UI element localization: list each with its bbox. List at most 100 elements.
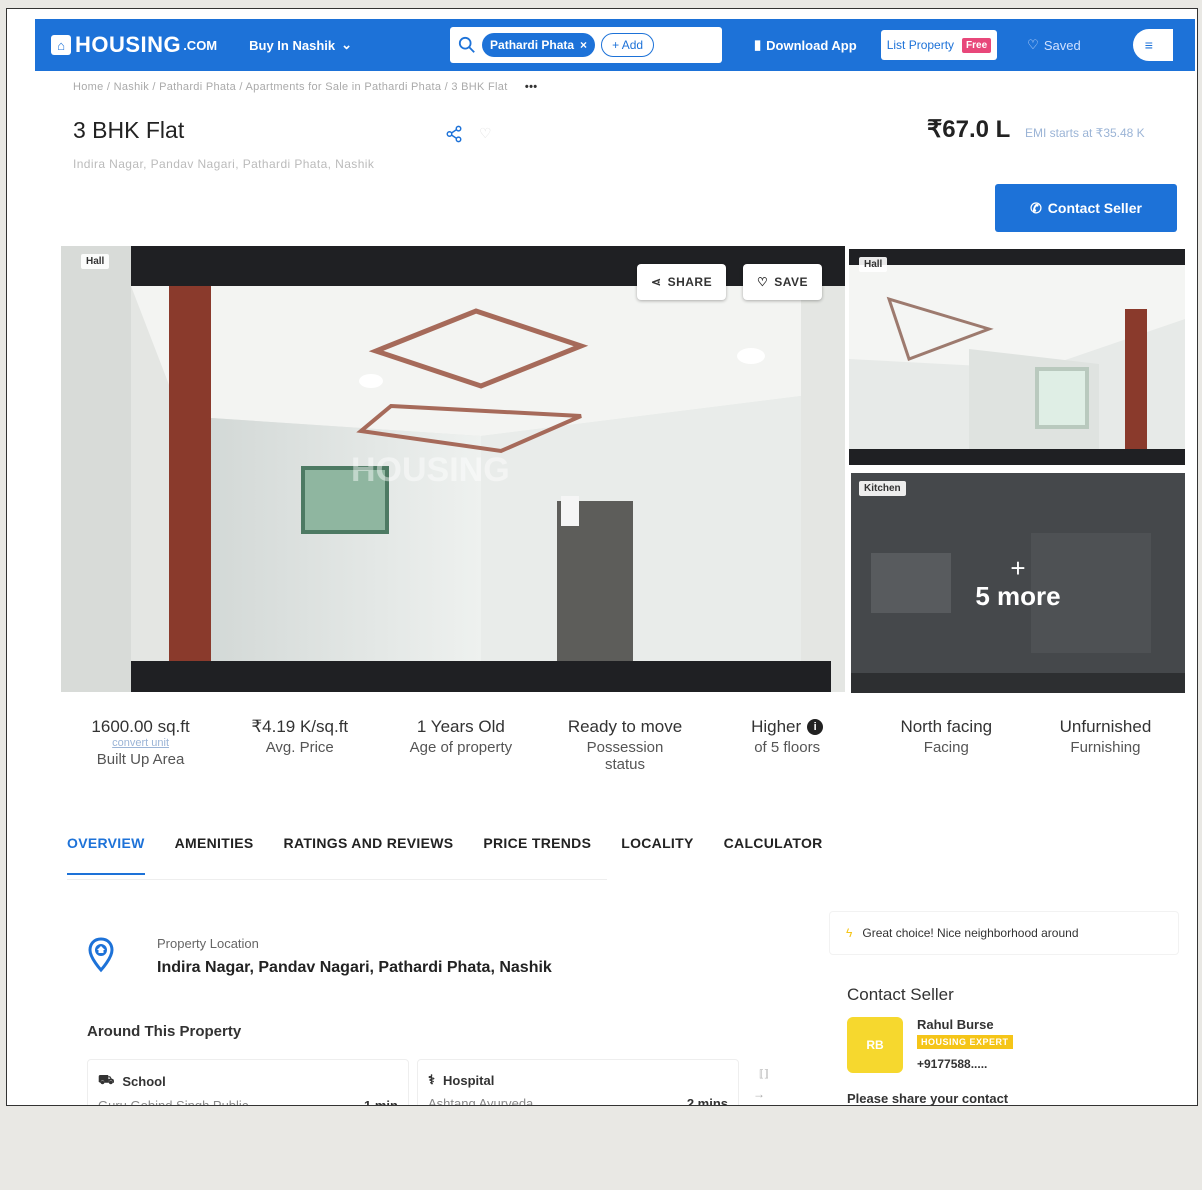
contact-seller-button[interactable]: ✆ Contact Seller	[995, 184, 1177, 232]
stat-label: Possession status	[586, 739, 664, 773]
download-app-link[interactable]: ▮ Download App	[754, 37, 857, 53]
seller-name: Rahul Burse	[917, 1017, 994, 1032]
stat-value: 1 Years Old	[416, 717, 505, 736]
heart-outline-icon[interactable]: ♡	[479, 125, 492, 142]
stat-furnishing: Unfurnished Furnishing	[1026, 717, 1185, 773]
stat-label: Furnishing	[1070, 739, 1141, 756]
share-contact-prompt: Please share your contact	[847, 1091, 1009, 1106]
stat-value: Unfurnished	[1059, 717, 1152, 736]
top-navbar: ⌂ HOUSING .COM Buy In Nashik ⌄ Pathardi …	[35, 19, 1195, 71]
more-photos-button[interactable]: + 5 more	[851, 473, 1185, 693]
school-icon: ⛟	[98, 1072, 115, 1087]
neighborhood-banner: ϟ Great choice! Nice neighborhood around	[829, 911, 1179, 955]
phone-icon: ▮	[754, 37, 762, 52]
stat-age: 1 Years Old Age of property	[379, 717, 542, 773]
photo-tag-hall: Hall	[81, 254, 110, 269]
contact-seller-title: Contact Seller	[847, 985, 954, 1004]
emi-link[interactable]: EMI starts at ₹35.48 K	[1025, 126, 1145, 140]
share-label: SHARE	[667, 275, 713, 289]
phone-icon: ✆	[1030, 199, 1042, 216]
location-value: Indira Nagar, Pandav Nagari, Pathardi Ph…	[157, 959, 552, 976]
save-photo-button[interactable]: ♡ SAVE	[743, 264, 823, 300]
logo-text: HOUSING	[75, 32, 182, 57]
stat-facing: North facing Facing	[867, 717, 1026, 773]
avatar: RB	[847, 1017, 903, 1073]
map-icon[interactable]: ⟦⟧	[759, 1069, 769, 1080]
property-price: ₹67.0 L	[927, 116, 1011, 143]
more-photos-label: 5 more	[975, 580, 1061, 611]
card-name: Ashtang Ayurveda	[428, 1096, 534, 1106]
menu-icon: ≡	[1144, 37, 1153, 53]
stat-value: 1600.00 sq.ft	[91, 717, 190, 736]
lightning-icon: ϟ	[846, 926, 853, 940]
tab-ratings-reviews[interactable]: RATINGS AND REVIEWS	[284, 835, 454, 875]
tab-amenities[interactable]: AMENITIES	[175, 835, 254, 875]
free-badge: Free	[962, 37, 992, 53]
tab-calculator[interactable]: CALCULATOR	[724, 835, 823, 875]
breadcrumb[interactable]: Home / Nashik / Pathardi Phata / Apartme…	[73, 81, 537, 93]
photo-tag-hall-side: Hall	[859, 257, 888, 272]
list-property-label: List Property	[886, 38, 955, 52]
side-photo-hall[interactable]: Hall	[849, 249, 1185, 465]
location-label: Property Location	[157, 936, 259, 951]
stat-value: Higher	[751, 717, 802, 736]
hall-thumbnail-image	[849, 249, 1185, 465]
location-pin-icon	[88, 937, 114, 973]
locality-chip-label: Pathardi Phata	[490, 38, 575, 52]
heart-icon: ♡	[1027, 37, 1039, 52]
contact-seller-label: Contact Seller	[1047, 200, 1142, 216]
side-photo-kitchen[interactable]: Kitchen + 5 more	[851, 473, 1185, 693]
main-photo[interactable]: HOUSING Hall ⋖ SHARE ♡ SAVE	[61, 246, 845, 692]
property-stats: 1600.00 sq.ft convert unit Built Up Area…	[61, 717, 1185, 773]
close-icon[interactable]: ×	[580, 38, 587, 52]
card-time: 2 mins	[686, 1096, 728, 1106]
list-property-button[interactable]: List Property Free	[880, 30, 998, 60]
chevron-down-icon: ⌄	[341, 37, 353, 52]
nearby-hospital-card[interactable]: ⚕ Hospital Ashtang Ayurveda 2 mins	[417, 1059, 739, 1106]
housing-expert-badge: HOUSING EXPERT	[917, 1035, 1013, 1049]
card-detail-row: Guru Gobind Singh Public 1 min	[98, 1098, 398, 1106]
stat-value: Ready to move	[567, 717, 683, 736]
search-bar[interactable]: Pathardi Phata × + Add	[450, 27, 723, 63]
card-type: Hospital	[443, 1072, 495, 1088]
convert-unit-link[interactable]: convert unit	[61, 737, 220, 749]
stat-label: Built Up Area	[96, 751, 185, 768]
card-title-row: ⛟ School	[98, 1072, 398, 1090]
buy-in-city-dropdown[interactable]: Buy In Nashik ⌄	[249, 37, 352, 53]
logo-suffix: .COM	[183, 37, 218, 53]
share-icon[interactable]	[445, 125, 463, 143]
seller-phone: +9177588.....	[917, 1057, 988, 1071]
hospital-icon: ⚕	[428, 1072, 436, 1087]
breadcrumb-path[interactable]: Home / Nashik / Pathardi Phata / Apartme…	[73, 81, 508, 93]
card-name: Guru Gobind Singh Public	[98, 1098, 249, 1106]
download-app-label: Download App	[766, 37, 857, 53]
plus-icon: +	[1010, 552, 1026, 583]
page-title: 3 BHK Flat	[73, 117, 185, 143]
tab-price-trends[interactable]: PRICE TRENDS	[483, 835, 591, 875]
hamburger-menu-button[interactable]: ≡	[1132, 29, 1173, 61]
stat-value: ₹4.19 K/sq.ft	[251, 717, 349, 736]
stat-label: Facing	[923, 739, 969, 756]
card-title-row: ⚕ Hospital	[428, 1072, 728, 1088]
stat-label: of 5 floors	[754, 739, 821, 756]
info-icon[interactable]: i	[807, 719, 824, 735]
stat-floor: Higher i of 5 floors	[708, 717, 867, 773]
banner-text: Great choice! Nice neighborhood around	[862, 926, 1079, 940]
breadcrumb-more[interactable]: •••	[525, 81, 537, 93]
card-type: School	[122, 1073, 166, 1089]
locality-chip[interactable]: Pathardi Phata ×	[482, 33, 596, 57]
nearby-school-card[interactable]: ⛟ School Guru Gobind Singh Public 1 min	[87, 1059, 409, 1106]
save-label: SAVE	[774, 275, 809, 289]
stat-area: 1600.00 sq.ft convert unit Built Up Area	[61, 717, 220, 773]
share-photo-button[interactable]: ⋖ SHARE	[637, 264, 727, 300]
housing-logo[interactable]: ⌂ HOUSING .COM	[51, 32, 217, 58]
page: ⌂ HOUSING .COM Buy In Nashik ⌄ Pathardi …	[6, 8, 1198, 1106]
saved-link[interactable]: ♡ Saved	[1027, 37, 1081, 53]
card-time: 1 min	[364, 1098, 398, 1106]
around-property-title: Around This Property	[87, 1023, 242, 1040]
tab-overview[interactable]: OVERVIEW	[67, 835, 145, 875]
tab-locality[interactable]: LOCALITY	[621, 835, 693, 875]
add-locality-button[interactable]: + Add	[601, 33, 655, 57]
arrow-right-icon[interactable]: →	[753, 1087, 765, 1101]
stat-value-row: Higher i	[708, 717, 867, 737]
